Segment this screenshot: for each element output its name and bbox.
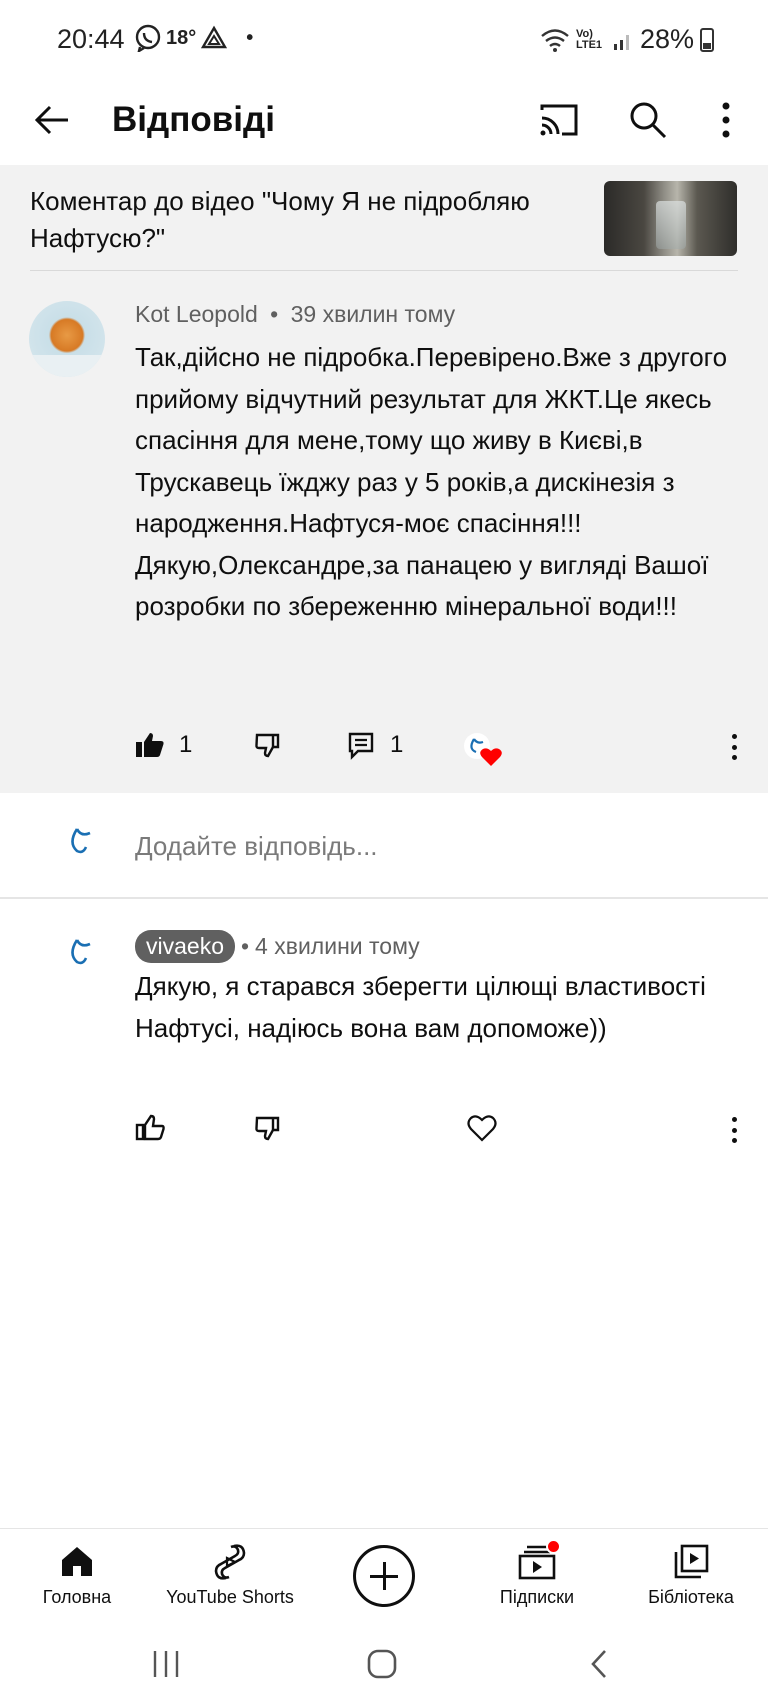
thumb-up-filled-icon [136,733,164,757]
reply-author[interactable]: vivaeko [135,930,235,963]
comment-text: Так,дійсно не підробка.Перевірено.Вже з … [135,342,728,621]
system-navigation [0,1622,768,1707]
reply-actions [0,1113,768,1153]
battery-percent: 28% [639,24,694,54]
comment-more-icon[interactable] [724,730,744,764]
thumb-down-icon [255,1116,280,1141]
creator-heart-icon[interactable] [463,732,503,768]
heart-button[interactable] [467,1113,497,1143]
comment-author[interactable]: Kot Leopold [135,301,258,327]
network-type: Vo) LTE1 [575,27,603,51]
nav-label-library: Бібліотека [648,1587,734,1607]
nav-label-home: Головна [42,1587,112,1607]
nav-shorts[interactable]: YouTube Shorts [155,1529,305,1623]
video-context-text[interactable]: Коментар до відео "Чому Я не підробляю Н… [30,183,600,257]
reply-text: Дякую, я старався зберегти цілющі власти… [135,971,706,1043]
app-bar: Відповіді [0,80,768,164]
status-left-icons: 18° • [134,24,253,52]
comment-actions: 1 1 [0,730,768,770]
system-back-icon[interactable] [584,1648,616,1680]
nav-library[interactable]: Бібліотека [616,1529,766,1623]
shorts-icon [214,1544,246,1580]
recent-apps-icon[interactable] [150,1648,182,1680]
wifi-icon [541,28,569,52]
like-count: 1 [179,731,193,758]
nav-subscriptions[interactable]: Підписки [462,1529,612,1623]
notification-dot-icon: • [246,26,254,49]
thumb-up-icon [135,1114,165,1141]
reply-more-icon[interactable] [724,1113,744,1147]
divider [0,897,768,899]
library-icon [674,1544,709,1579]
status-time: 20:44 [57,24,125,54]
nav-home[interactable]: Головна [2,1529,152,1623]
channel-logo-icon[interactable] [68,936,94,968]
home-button-icon[interactable] [366,1648,398,1680]
temperature-text: 18° [166,26,197,49]
reply-time: 4 хвилини тому [255,933,420,959]
comment-time: 39 хвилин тому [290,301,456,327]
drive-icon [201,25,228,49]
reply-input-row[interactable]: Додайте відповідь... [0,795,768,897]
reply-header: vivaeko • 4 хвилини тому [135,930,420,963]
back-arrow-icon[interactable] [30,98,74,142]
separator-dot: • [270,301,279,327]
comment-icon [348,732,374,760]
like-button[interactable]: 1 [135,730,192,760]
thumb-down-icon [255,733,280,758]
comment-header: Kot Leopold • 39 хвилин тому [135,301,455,328]
nav-label-subscriptions: Підписки [499,1587,575,1607]
more-vert-icon[interactable] [704,98,748,142]
avatar[interactable] [29,301,105,377]
create-icon[interactable] [353,1545,415,1607]
viber-icon [135,24,161,52]
battery-icon [700,27,714,52]
like-button[interactable] [135,1113,165,1143]
reply-count: 1 [390,731,404,758]
nav-label-shorts: YouTube Shorts [166,1587,294,1607]
comment-thread-header: Коментар до відео "Чому Я не підробляю Н… [0,165,768,793]
notification-badge [546,1539,561,1554]
separator-dot: • [240,933,250,959]
signal-icon [613,34,629,50]
channel-logo-icon [71,828,91,854]
home-icon [62,1547,92,1576]
dislike-button[interactable] [254,1113,284,1143]
reply-input[interactable]: Додайте відповідь... [135,831,378,862]
reply-button[interactable]: 1 [346,730,403,760]
bottom-navigation: Головна YouTube Shorts Підписки Бібліоте… [0,1528,768,1622]
status-bar: 20:44 18° • Vo) LTE1 28% [0,0,768,80]
search-icon[interactable] [626,98,670,142]
dislike-button[interactable] [254,730,284,760]
heart-outline-icon [467,1115,497,1142]
divider [30,270,738,271]
page-title: Відповіді [112,100,275,139]
video-thumbnail[interactable] [604,181,737,256]
status-right-icons: Vo) LTE1 28% [540,24,714,55]
cast-icon[interactable] [536,98,580,142]
